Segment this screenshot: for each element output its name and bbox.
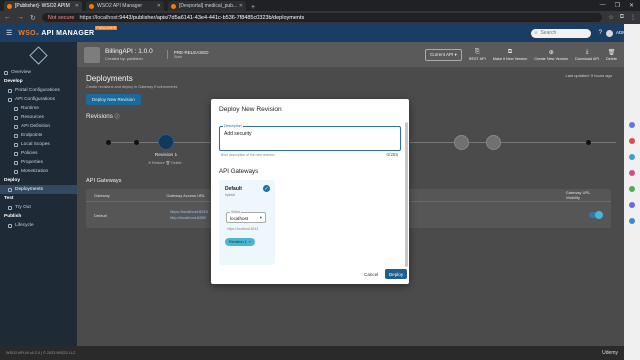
cancel-button[interactable]: Cancel [364,272,378,277]
extensions-icon[interactable]: ⧉ [620,14,624,21]
wso2-favicon-icon [89,3,94,9]
wso2-logo[interactable]: WSO₂ API MANAGER [18,30,94,37]
browser-tab-devportal[interactable]: [Devportal] medical_pub... ✕ [168,1,246,11]
close-tab-icon[interactable]: ✕ [239,3,243,9]
publisher-badge: PUBLISHER [95,26,118,30]
search-input[interactable]: ⌕ Search [530,28,591,38]
close-tab-icon[interactable]: ✕ [157,3,161,9]
extension-icon[interactable] [629,122,635,128]
close-chip-icon[interactable]: × [249,240,251,244]
description-helper: Brief description of the new revision [221,153,275,157]
vhost-select[interactable]: VHost localhost ▾ [226,210,266,223]
chevron-down-icon: ▾ [259,215,262,220]
description-label: Description [223,124,243,128]
tab-title: WSO2 API Manager [97,3,143,9]
browser-tab-bar: [Publisher]- WSO2 APIM ✕ WSO2 API Manage… [0,0,640,11]
check-circle-icon[interactable]: ✓ [263,185,270,192]
extension-icon[interactable] [629,186,635,192]
tab-title: [Devportal] medical_pub... [179,3,238,9]
minimize-icon[interactable]: — [600,2,606,9]
udemy-watermark: Udemy [602,350,618,356]
maximize-icon[interactable]: ❐ [615,2,620,9]
extension-icon[interactable] [629,170,635,176]
address-bar: ← → ↻ Not secure https://localhost :9443… [0,11,640,24]
gateway-name: Default [225,186,242,192]
url-field[interactable]: Not secure https://localhost :9443/publi… [41,13,603,22]
gateway-type: hybrid [225,193,235,197]
browser-side-panel [624,24,640,360]
wso2-favicon-icon [7,3,12,9]
avatar [605,29,613,37]
forward-icon[interactable]: → [17,14,24,21]
gateway-card-default[interactable]: Default hybrid ✓ VHost localhost ▾ https… [219,180,275,265]
browser-menu-icon[interactable]: ⋮ [630,14,636,21]
vhost-url: https://localhost:8243 [227,227,259,231]
deploy-button[interactable]: Deploy [385,269,407,279]
extension-icon[interactable] [629,154,635,160]
help-icon[interactable]: ? [599,30,602,36]
extension-icon[interactable] [629,202,635,208]
url-host: https://localhost [79,14,118,21]
extension-icon[interactable] [629,138,635,144]
description-value[interactable]: Add security [224,131,252,137]
search-icon: ⌕ [534,30,538,36]
dialog-title: Deploy New Revision [219,106,282,113]
app-header: ☰ WSO₂ API MANAGER PUBLISHER ⌕ Search ? … [0,24,640,42]
wso2-favicon-icon [171,3,176,9]
extension-icon[interactable] [629,218,635,224]
footer: WSO2 API-M v4.2.0 | © 2023 WSO2 LLC Udem… [0,346,624,360]
window-controls: — ❐ ✕ [600,2,640,11]
close-window-icon[interactable]: ✕ [629,2,634,9]
revision-chip[interactable]: Revision 1 × [225,238,255,246]
back-icon[interactable]: ← [4,14,11,21]
vhost-label: VHost [230,210,241,214]
dialog-gateways-heading: API Gateways [219,168,259,175]
new-tab-button[interactable]: + [251,4,255,11]
url-path: :9443/publisher/apis/7d5a6141-43e4-441c-… [117,14,305,21]
dialog-scrollbar[interactable] [405,122,408,267]
browser-tab-publisher[interactable]: [Publisher]- WSO2 APIM ✕ [4,1,82,11]
vhost-value: localhost [230,216,249,221]
close-tab-icon[interactable]: ✕ [75,3,79,9]
browser-tab-apim[interactable]: WSO2 API Manager ✕ [86,1,164,11]
deploy-revision-dialog: Deploy New Revision Description Add secu… [211,99,409,284]
not-secure-label[interactable]: Not secure [48,15,75,21]
footer-text: WSO2 API-M v4.2.0 | © 2023 WSO2 LLC [6,351,76,355]
reload-icon[interactable]: ↻ [30,14,36,22]
hamburger-menu-icon[interactable]: ☰ [6,29,12,37]
description-input[interactable]: Description Add security [219,124,401,151]
character-counter: 0/255 [386,152,399,157]
bookmark-star-icon[interactable]: ☆ [608,14,613,21]
tab-title: [Publisher]- WSO2 APIM [15,3,70,9]
